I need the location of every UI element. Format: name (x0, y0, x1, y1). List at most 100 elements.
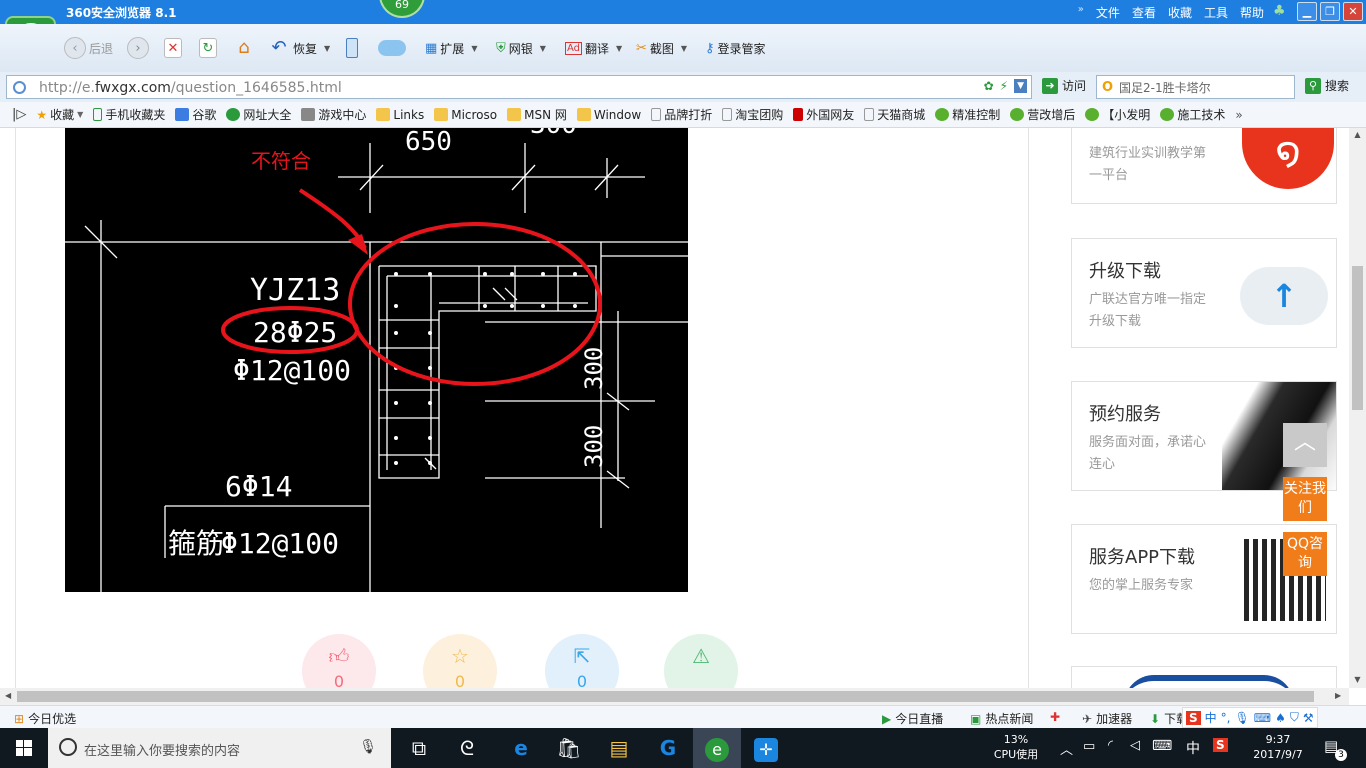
sidebar-toggle-icon[interactable]: |▷ (12, 107, 26, 122)
fav-item[interactable]: 营改增后 (1010, 106, 1075, 123)
browser-swirl-icon[interactable]: ᘓ (443, 728, 491, 768)
close-button[interactable]: ✕ (1343, 2, 1363, 21)
search-box[interactable]: O (1096, 75, 1295, 99)
fav-folder[interactable]: Window (576, 108, 641, 122)
url-text[interactable]: http://e.fwxgx.com/question_1646585.html (39, 80, 342, 96)
share-button[interactable]: ⇱ 0 (545, 634, 619, 688)
horizontal-scrollbar[interactable]: ◀ ▶ (0, 688, 1349, 705)
fav-item[interactable]: 外国网友 (793, 106, 854, 123)
scroll-up-icon[interactable]: ▲ (1349, 130, 1366, 139)
scroll-down-icon[interactable]: ▼ (1349, 675, 1366, 684)
address-dropdown-icon[interactable]: ▼ (1014, 79, 1027, 93)
fav-folder[interactable]: MSN 网 (507, 106, 567, 123)
fav-folder[interactable]: Microso (434, 108, 497, 122)
sogou-tray-icon[interactable]: S (1213, 738, 1228, 752)
netbank-button[interactable]: ⛨ 网银 ▼ (496, 36, 546, 60)
search-button[interactable]: ⚲ 搜索 (1305, 77, 1349, 94)
extend-button[interactable]: ▦ 扩展 ▼ (425, 36, 477, 60)
scroll-right-icon[interactable]: ▶ (1335, 691, 1341, 700)
restore-button[interactable]: ↶ 恢复 ▼ (268, 36, 330, 60)
search-engine-icon[interactable]: O (1102, 80, 1113, 95)
fav-folder[interactable]: Links (376, 108, 424, 122)
cpu-monitor[interactable]: 13% CPU使用 (980, 732, 1052, 762)
screenshot-button[interactable]: ✂ 截图 ▼ (636, 36, 687, 60)
fav-item[interactable]: 施工技术 (1160, 106, 1225, 123)
taskbar-search[interactable]: 在这里输入你要搜索的内容 🎙︎ (48, 728, 391, 768)
qq-consult-button[interactable]: QQ咨询 (1283, 532, 1327, 576)
horizontal-scroll-thumb[interactable] (17, 691, 1314, 702)
edge-icon[interactable]: e (497, 728, 545, 768)
address-bar[interactable]: http://e.fwxgx.com/question_1646585.html… (6, 75, 1032, 99)
fav-item[interactable]: 谷歌 (175, 106, 216, 123)
fav-item[interactable]: 【小发明 (1085, 106, 1150, 123)
microphone-icon[interactable]: 🎙︎ (359, 739, 377, 755)
search-input[interactable] (1119, 79, 1289, 95)
red-cross-icon[interactable]: ✚ (1050, 710, 1060, 724)
scissors-icon: ✂ (636, 40, 647, 56)
translate-button[interactable]: Ad 翻译 ▼ (565, 36, 622, 60)
menu-file[interactable]: 文件 (1096, 4, 1120, 21)
mobile-button[interactable] (346, 36, 358, 60)
card-partial[interactable] (1071, 666, 1337, 688)
tray-expand-icon[interactable]: ︿ (1060, 739, 1073, 758)
back-button[interactable]: ‹ 后退 (64, 36, 113, 60)
stirrup-1: Φ12@100 (233, 354, 351, 387)
card-upgrade-download[interactable]: 升级下载 广联达官方唯一指定升级下载 ↑ (1071, 238, 1337, 348)
menu-view[interactable]: 查看 (1132, 4, 1156, 21)
today-picks[interactable]: ⊞ 今日优选 (14, 710, 76, 727)
favorite-button[interactable]: ☆ 0 (423, 634, 497, 688)
fav-item[interactable]: 淘宝团购 (722, 106, 783, 123)
compat-mode-icon[interactable]: ✿ (984, 79, 994, 93)
refresh-button[interactable]: ↻ (199, 36, 217, 60)
like-button[interactable]: 👍︎ 0 (302, 634, 376, 688)
vertical-scrollbar[interactable]: ▲ ▼ (1349, 128, 1366, 688)
clock[interactable]: 9:37 2017/9/7 (1248, 732, 1308, 762)
store-icon[interactable]: 🛍︎ (545, 728, 593, 768)
menu-help[interactable]: 帮助 (1240, 4, 1264, 21)
file-explorer-icon[interactable]: ▤ (595, 728, 643, 768)
menu-tools[interactable]: 工具 (1204, 4, 1228, 21)
notification-badge[interactable]: 69 (379, 0, 425, 18)
fav-item[interactable]: 天猫商城 (864, 106, 925, 123)
today-live[interactable]: ▶ 今日直播 (882, 710, 943, 727)
back-to-top-button[interactable]: ︿ (1283, 423, 1327, 467)
ime-indicator[interactable]: 中 (1186, 738, 1200, 758)
teamviewer-icon[interactable]: ✛ (742, 728, 790, 768)
keyboard-icon[interactable]: ⌨ (1152, 738, 1172, 754)
fav-item[interactable]: 手机收藏夹 (93, 106, 165, 123)
accelerator[interactable]: ✈ 加速器 (1082, 710, 1132, 727)
fav-item[interactable]: 游戏中心 (301, 106, 366, 123)
wifi-icon[interactable]: ◜ (1108, 738, 1113, 753)
speed-mode-icon[interactable]: ⚡ (1000, 79, 1008, 93)
stop-button[interactable]: ✕ (164, 36, 182, 60)
menu-favorites[interactable]: 收藏 (1168, 4, 1192, 21)
forward-button[interactable]: › (127, 36, 149, 60)
maximize-button[interactable]: ❐ (1320, 2, 1340, 21)
menu-expand-icon[interactable]: » (1078, 4, 1084, 21)
fav-collect[interactable]: ★ 收藏 ▼ (36, 106, 83, 123)
360-browser-task-icon[interactable]: e (693, 728, 741, 768)
scroll-left-icon[interactable]: ◀ (5, 691, 11, 700)
minimize-button[interactable]: ▁ (1297, 2, 1317, 21)
notification-count: 3 (1335, 749, 1347, 761)
vertical-scroll-thumb[interactable] (1352, 266, 1363, 410)
task-view-icon[interactable]: ⧉ (395, 728, 443, 768)
fav-item[interactable]: 精准控制 (935, 106, 1000, 123)
report-button[interactable]: ⚠ (664, 634, 738, 688)
hot-news[interactable]: ▣ 热点新闻 (970, 710, 1033, 727)
fav-item[interactable]: 品牌打折 (651, 106, 712, 123)
follow-us-button[interactable]: 关注我们 (1283, 477, 1327, 521)
fav-item[interactable]: 网址大全 (226, 106, 291, 123)
login-manager-button[interactable]: ⚷ 登录管家 (705, 36, 766, 60)
skin-icon[interactable]: ♣ (1273, 3, 1286, 19)
cloud-button[interactable] (378, 36, 406, 60)
card-training-platform[interactable]: 建筑行业实训教学第一平台 ໑ (1071, 128, 1337, 204)
ime-toolbar[interactable]: S 中 °, 🎙︎ ⌨ ♠ ⛉ ⚒ (1182, 707, 1318, 728)
battery-icon[interactable]: ▭ (1083, 739, 1095, 754)
home-button[interactable]: ⌂ (233, 36, 255, 60)
volume-icon[interactable]: ◁ (1130, 738, 1140, 753)
more-favorites-icon[interactable]: » (1235, 108, 1242, 122)
visit-button[interactable]: ➜ 访问 (1042, 77, 1086, 94)
start-button[interactable] (0, 728, 48, 768)
glodon-app-icon[interactable]: G (644, 728, 692, 768)
